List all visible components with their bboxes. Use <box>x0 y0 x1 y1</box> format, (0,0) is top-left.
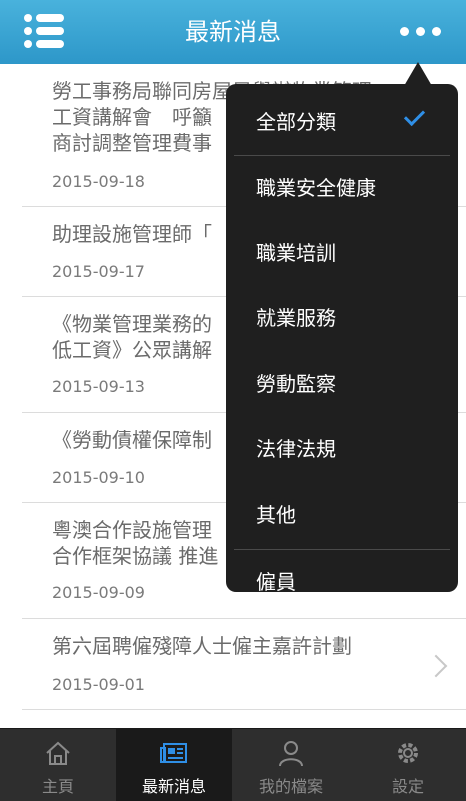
news-title: 第六屆聘僱殘障人士僱主嘉許計劃 <box>52 634 352 658</box>
category-item-inspection[interactable]: 勞動監察 <box>226 352 458 416</box>
news-date: 2015-09-13 <box>52 377 145 396</box>
news-date: 2015-09-17 <box>52 262 145 281</box>
category-label: 全部分類 <box>256 110 336 134</box>
category-item-employment[interactable]: 就業服務 <box>226 286 458 350</box>
more-dots-icon[interactable] <box>396 22 446 42</box>
category-item-other[interactable]: 其他 <box>226 483 458 547</box>
category-item-safety[interactable]: 職業安全健康 <box>226 156 458 220</box>
news-item[interactable]: 第六屆聘僱殘障人士僱主嘉許計劃 2015-09-01 <box>22 619 466 710</box>
news-icon <box>160 743 187 763</box>
tab-news[interactable]: 最新消息 <box>116 729 232 801</box>
news-date: 2015-09-18 <box>52 172 145 191</box>
category-item-law[interactable]: 法律法規 <box>226 417 458 481</box>
category-label: 其他 <box>256 503 296 527</box>
news-date: 2015-09-09 <box>52 583 145 602</box>
home-icon <box>46 741 70 765</box>
category-item-employee[interactable]: 僱員 <box>226 550 458 592</box>
person-icon <box>279 741 303 767</box>
tab-settings[interactable]: 設定 <box>350 729 466 801</box>
tab-label: 我的檔案 <box>258 777 323 796</box>
category-label: 職業安全健康 <box>256 176 376 200</box>
checkmark-icon <box>403 104 426 127</box>
tab-profile[interactable]: 我的檔案 <box>233 729 349 801</box>
news-date: 2015-09-01 <box>52 675 145 694</box>
tab-bar: 主頁 最新消息 我的檔案 設定 <box>0 728 466 801</box>
news-date: 2015-09-10 <box>52 468 145 487</box>
chevron-right-icon <box>424 654 448 678</box>
category-dropdown: 全部分類 職業安全健康 職業培訓 就業服務 勞動監察 法律法規 其他 僱員 <box>226 84 458 592</box>
tab-label: 最新消息 <box>141 777 206 796</box>
category-label: 就業服務 <box>256 306 336 330</box>
header-bar: 最新消息 <box>0 0 466 64</box>
tab-label: 主頁 <box>41 777 74 796</box>
tab-home[interactable]: 主頁 <box>0 729 116 801</box>
gear-icon <box>398 743 418 763</box>
category-label: 僱員 <box>256 570 296 592</box>
category-item-all[interactable]: 全部分類 <box>226 90 458 154</box>
category-label: 法律法規 <box>256 437 336 461</box>
dropdown-caret <box>404 62 432 86</box>
category-label: 職業培訓 <box>256 241 336 265</box>
category-label: 勞動監察 <box>256 372 336 396</box>
category-item-training[interactable]: 職業培訓 <box>226 221 458 285</box>
tab-label: 設定 <box>391 777 424 796</box>
